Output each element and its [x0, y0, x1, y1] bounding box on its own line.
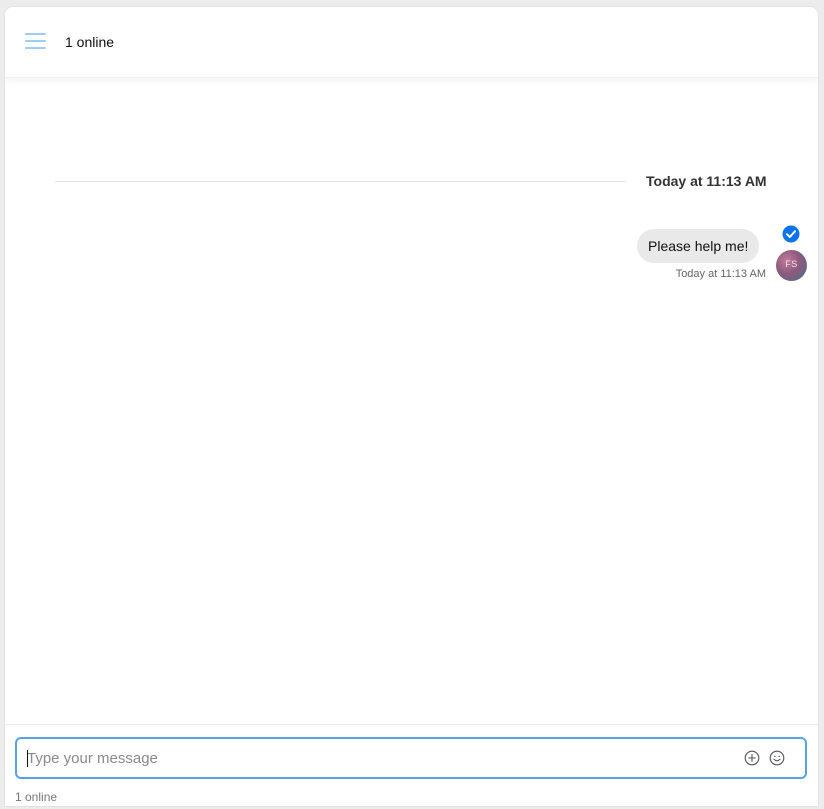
smiley-icon[interactable]	[769, 750, 785, 766]
date-divider-line	[55, 181, 626, 182]
chat-window: 1 online Today at 11:13 AM Please help m…	[5, 7, 818, 806]
avatar[interactable]: FS	[776, 250, 807, 281]
message-timestamp: Today at 11:13 AM	[675, 268, 766, 280]
online-count-title: 1 online	[65, 34, 115, 50]
message-input[interactable]	[27, 739, 727, 777]
chat-header: 1 online	[5, 7, 818, 78]
composer-footer: 1 online	[5, 724, 818, 806]
message-bubble: Please help me!	[637, 229, 760, 263]
date-divider-label: Today at 11:13 AM	[646, 173, 767, 189]
text-caret	[27, 750, 28, 767]
hamburger-menu-icon[interactable]	[25, 32, 46, 50]
check-circle-icon	[782, 225, 800, 243]
footer-online-status: 1 online	[15, 790, 58, 804]
plus-circle-icon[interactable]	[744, 750, 760, 766]
message-composer	[15, 737, 807, 779]
